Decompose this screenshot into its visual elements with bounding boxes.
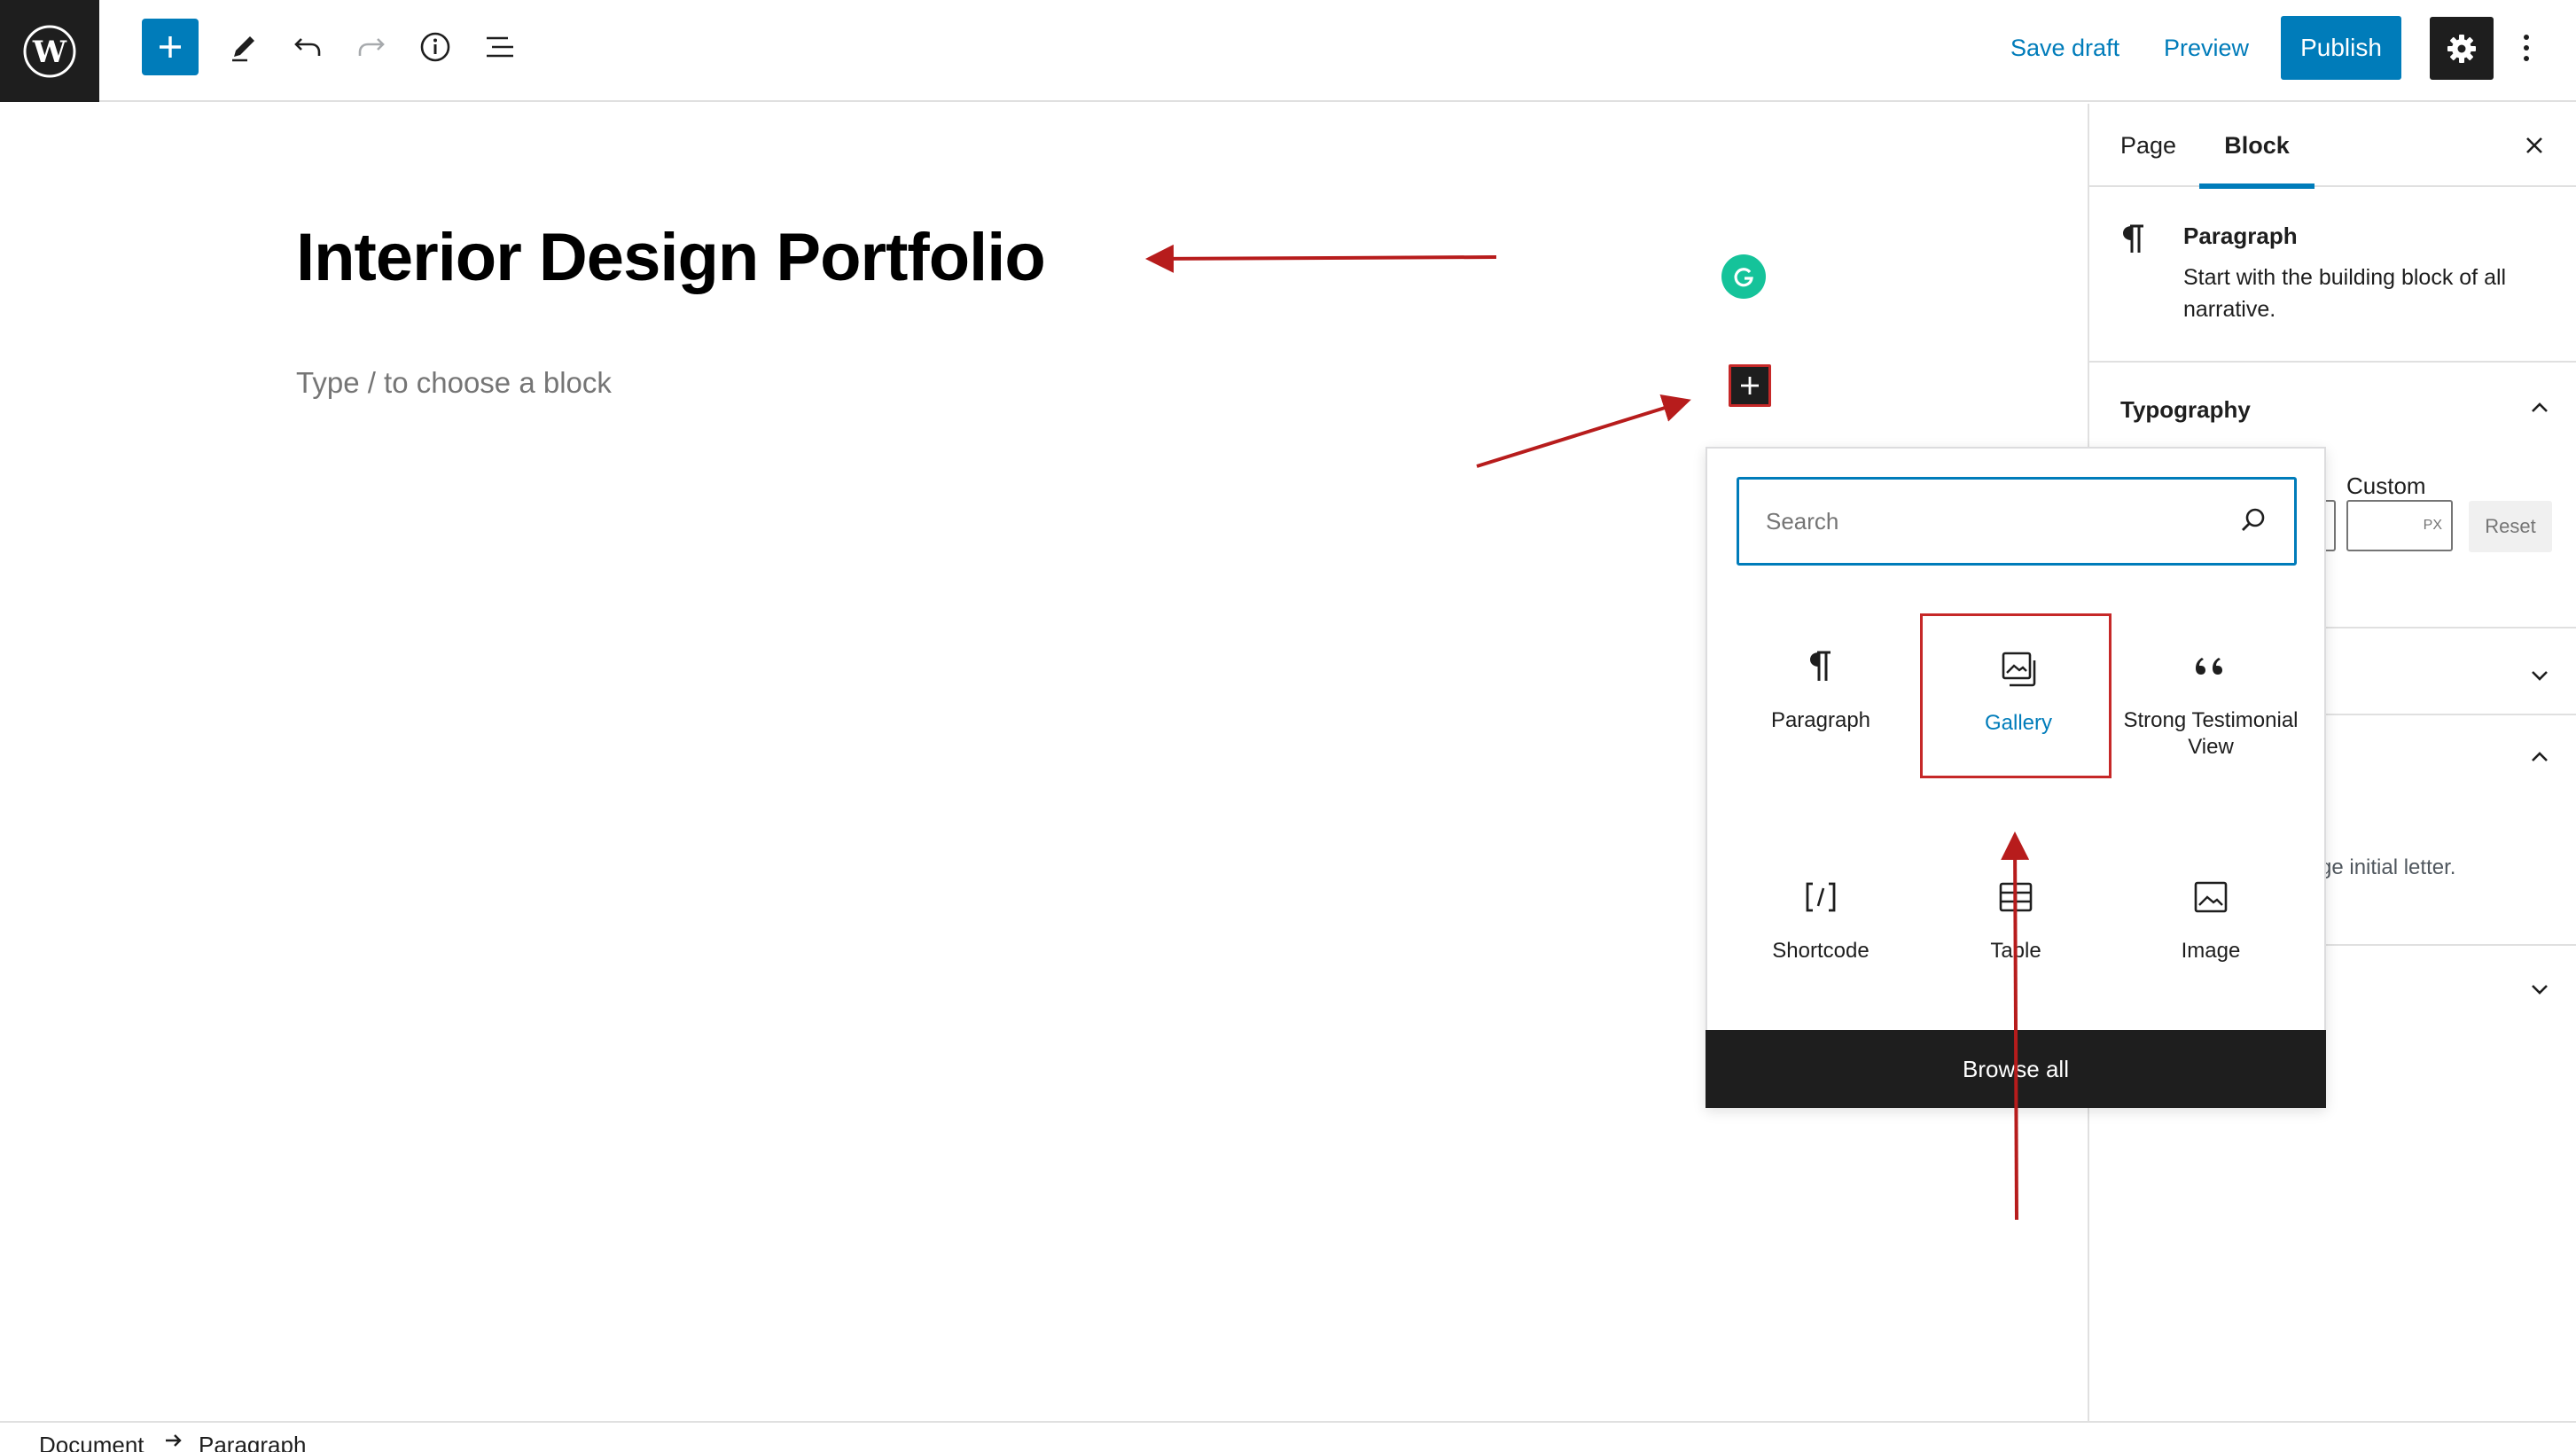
close-icon bbox=[2526, 137, 2542, 153]
grammarly-icon[interactable] bbox=[1721, 254, 1766, 299]
block-search[interactable] bbox=[1737, 477, 2297, 566]
block-item-table[interactable]: Table bbox=[1920, 844, 2112, 1009]
block-item-label: Gallery bbox=[1984, 711, 2053, 735]
plus-icon bbox=[160, 36, 181, 58]
paragraph-icon bbox=[1725, 645, 1916, 688]
editor-header: W Save draft Preview Publish bbox=[0, 0, 2576, 102]
tab-block[interactable]: Block bbox=[2199, 104, 2314, 189]
block-item-gallery[interactable]: Gallery bbox=[1920, 613, 2112, 778]
typography-panel-title[interactable]: Typography bbox=[2120, 396, 2251, 424]
sidebar-tabs: Page Block bbox=[2089, 104, 2576, 189]
search-input[interactable] bbox=[1739, 480, 2236, 563]
redo-icon bbox=[358, 38, 385, 56]
more-vertical-icon bbox=[2524, 35, 2529, 61]
gear-icon bbox=[2447, 34, 2476, 63]
list-view-icon bbox=[487, 36, 513, 58]
block-item-shortcode[interactable]: Shortcode bbox=[1725, 844, 1916, 1009]
settings-button[interactable] bbox=[2430, 17, 2494, 80]
browse-all-button[interactable]: Browse all bbox=[1706, 1030, 2326, 1108]
paragraph-icon bbox=[2123, 224, 2143, 253]
tools-button[interactable] bbox=[215, 18, 273, 76]
breadcrumb-paragraph[interactable]: Paragraph bbox=[199, 1432, 306, 1452]
image-icon bbox=[2115, 876, 2307, 918]
table-icon bbox=[1920, 876, 2112, 918]
block-item-label: Image bbox=[2181, 939, 2241, 963]
chevron-up-icon[interactable] bbox=[2526, 394, 2553, 421]
save-draft-button[interactable]: Save draft bbox=[2010, 28, 2119, 67]
wordpress-logo-icon[interactable]: W bbox=[0, 0, 99, 102]
list-view-button[interactable] bbox=[471, 18, 529, 76]
block-card: Paragraph Start with the building block … bbox=[2089, 189, 2576, 363]
custom-font-size-input[interactable]: PX bbox=[2346, 500, 2453, 551]
block-item-label: Strong Testimonial View bbox=[2123, 708, 2299, 759]
publish-button[interactable]: Publish bbox=[2281, 16, 2401, 80]
shortcode-icon bbox=[1725, 876, 1916, 918]
breadcrumb-document[interactable]: Document bbox=[39, 1432, 144, 1452]
block-card-description: Start with the building block of all nar… bbox=[2183, 265, 2507, 322]
unit-label: PX bbox=[2423, 518, 2442, 533]
svg-text:W: W bbox=[32, 35, 67, 70]
block-item-label: Shortcode bbox=[1772, 939, 1870, 963]
drop-cap-help-text: ge initial letter. bbox=[2320, 855, 2456, 879]
chevron-down-icon[interactable] bbox=[2526, 976, 2553, 1003]
block-card-title: Paragraph bbox=[2183, 222, 2298, 249]
block-item-label: Paragraph bbox=[1770, 708, 1871, 732]
block-placeholder[interactable]: Type / to choose a block bbox=[296, 366, 612, 400]
preview-button[interactable]: Preview bbox=[2164, 28, 2249, 67]
quick-inserter: Paragraph Gallery Strong Testimonial Vie… bbox=[1706, 447, 2326, 1108]
tab-page[interactable]: Page bbox=[2120, 104, 2176, 187]
details-button[interactable] bbox=[406, 18, 464, 76]
gallery-icon bbox=[1923, 648, 2114, 691]
search-icon bbox=[2242, 508, 2265, 531]
quote-icon bbox=[2115, 645, 2307, 688]
info-icon bbox=[420, 32, 450, 62]
block-item-strong-testimonial-view[interactable]: Strong Testimonial View bbox=[2115, 613, 2307, 778]
block-item-image[interactable]: Image bbox=[2115, 844, 2307, 1009]
plus-icon bbox=[1741, 377, 1759, 394]
block-item-label: Table bbox=[1990, 939, 2041, 963]
undo-icon bbox=[294, 38, 321, 56]
pencil-icon bbox=[232, 36, 254, 62]
block-item-paragraph[interactable]: Paragraph bbox=[1725, 613, 1916, 778]
chevron-up-icon[interactable] bbox=[2526, 744, 2553, 770]
block-breadcrumb: Document Paragraph bbox=[0, 1421, 2576, 1452]
inline-add-block-button[interactable] bbox=[1729, 364, 1771, 407]
chevron-down-icon[interactable] bbox=[2526, 662, 2553, 689]
undo-button[interactable] bbox=[278, 18, 337, 76]
post-title[interactable]: Interior Design Portfolio bbox=[296, 219, 1046, 296]
custom-size-label: Custom bbox=[2346, 472, 2426, 499]
reset-button[interactable]: Reset bbox=[2469, 501, 2552, 552]
close-sidebar-button[interactable] bbox=[2519, 130, 2549, 160]
arrow-right-icon bbox=[166, 1434, 182, 1447]
options-button[interactable] bbox=[2507, 20, 2546, 76]
add-block-button[interactable] bbox=[142, 19, 199, 75]
redo-button[interactable] bbox=[342, 18, 401, 76]
